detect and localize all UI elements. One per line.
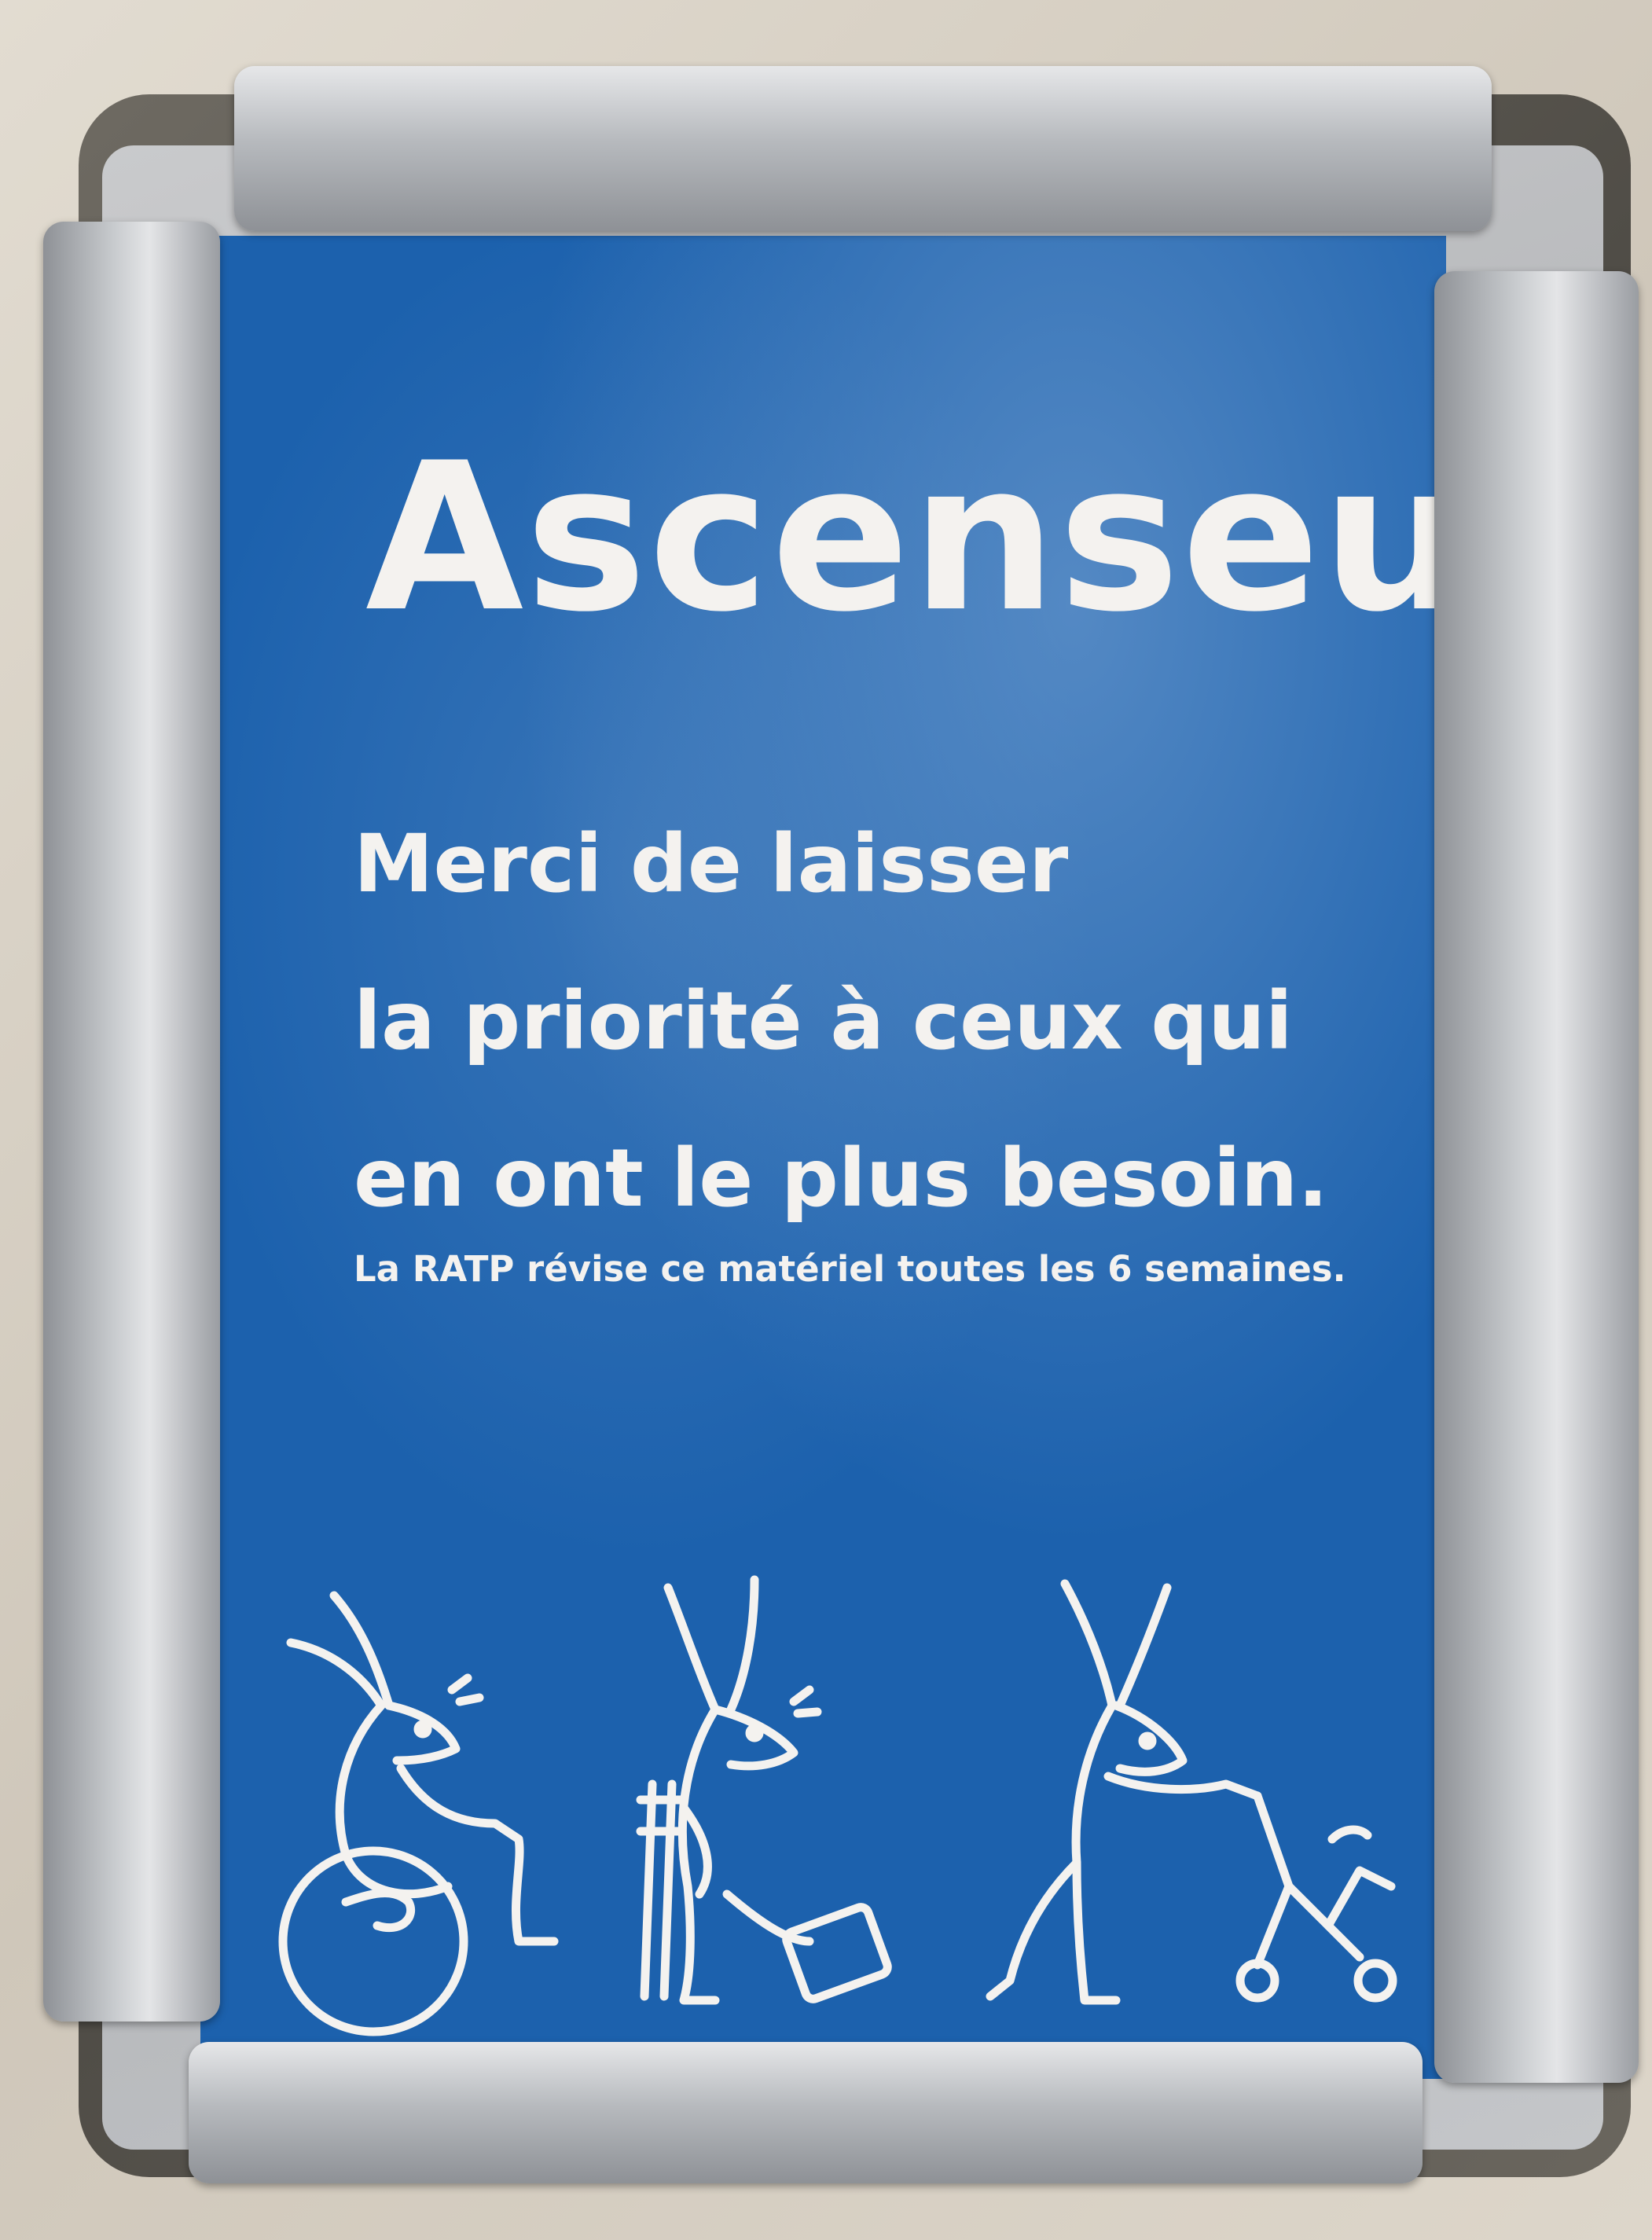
rabbit-stroller-icon xyxy=(986,1579,1397,2005)
rabbit-wheelchair-icon xyxy=(278,1591,559,2036)
message-line: Merci de laisser xyxy=(354,817,1069,911)
sign-title: Ascenseur xyxy=(365,420,1571,657)
message-line: en ont le plus besoin. xyxy=(354,1132,1329,1225)
maintenance-note: La RATP révise ce matériel toutes les 6 … xyxy=(354,1248,1346,1290)
frame-rail-top xyxy=(234,66,1492,231)
frame-rail-left xyxy=(43,222,220,2022)
rabbit-crutch-cast-icon xyxy=(636,1575,892,2005)
illustrations-row xyxy=(244,1572,1423,2044)
frame-rail-bottom xyxy=(189,2042,1423,2183)
frame-rail-right xyxy=(1434,271,1639,2083)
message-line: la priorité à ceux qui xyxy=(354,975,1293,1068)
sign-message: Merci de laisser la priorité à ceux qui … xyxy=(354,786,1375,1258)
